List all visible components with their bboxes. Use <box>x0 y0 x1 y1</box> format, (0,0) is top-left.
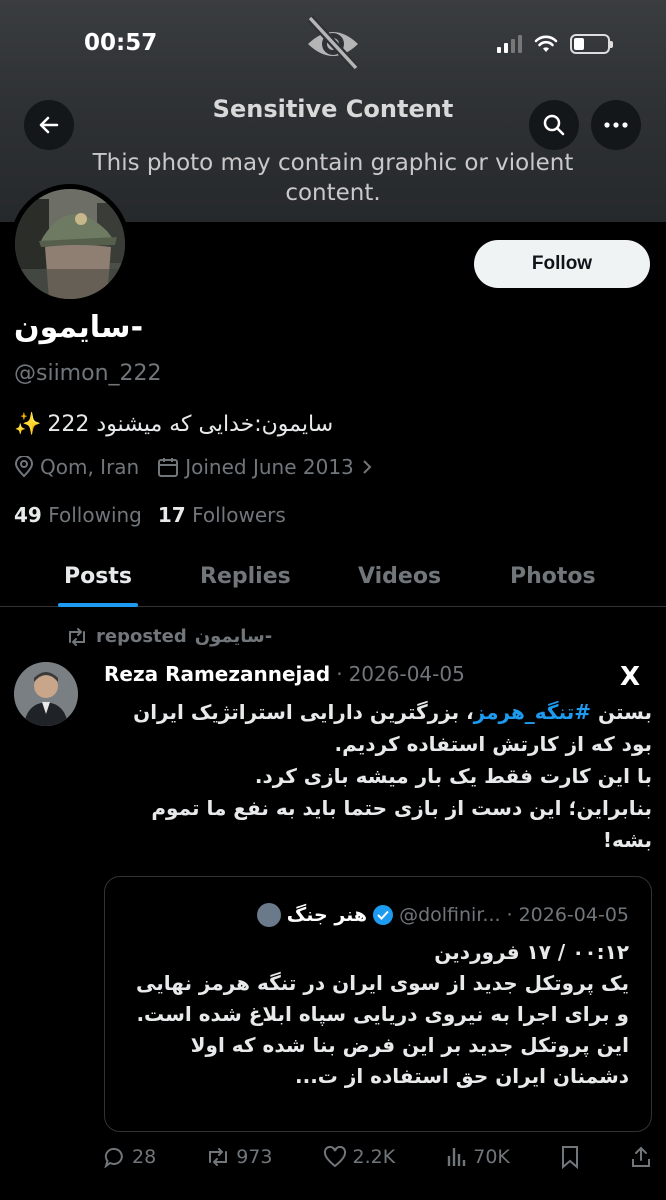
avatar-photo <box>15 189 125 299</box>
status-time: 00:57 <box>84 30 158 56</box>
share-button[interactable] <box>630 1145 652 1169</box>
tab-active-indicator <box>58 603 138 607</box>
tab-posts[interactable]: Posts <box>58 545 138 607</box>
chevron-right-icon[interactable] <box>360 458 374 476</box>
followers-link[interactable]: 17 Followers <box>158 503 286 527</box>
views-chart-icon <box>448 1148 466 1166</box>
wifi-icon <box>534 35 558 52</box>
more-options-button[interactable] <box>591 100 641 150</box>
bookmark-button[interactable] <box>560 1145 580 1169</box>
profile-location: Qom, Iran <box>40 455 140 479</box>
follow-button[interactable]: Follow <box>474 240 650 288</box>
post-body: بستن #تنگه_هرمز، بزرگترین دارایی استراتژ… <box>133 700 652 852</box>
quote-header: هنر جنگ @dolfinir... · 2026-04-05 <box>256 903 629 927</box>
eye-slash-icon <box>307 15 359 71</box>
repost-button[interactable]: 973 <box>206 1146 272 1168</box>
post-actions: 28 973 2.2K 70K <box>104 1145 652 1169</box>
profile-display-name: سایمون- <box>14 310 144 345</box>
back-button[interactable] <box>24 100 74 150</box>
reply-icon <box>104 1147 123 1168</box>
profile-bio: ✨ سایمون:خدایی که میشنود 222 <box>14 412 434 437</box>
search-icon <box>543 114 565 136</box>
post-author-avatar[interactable] <box>14 662 78 726</box>
quote-author-avatar <box>256 903 281 927</box>
quote-date: 2026-04-05 <box>518 904 629 926</box>
repost-icon <box>69 627 85 646</box>
quote-author-name: هنر جنگ <box>286 904 368 926</box>
quote-author-handle: @dolfinir... <box>399 904 501 926</box>
post-author-name[interactable]: Reza Ramezannejad <box>104 662 330 686</box>
tab-replies[interactable]: Replies <box>200 545 291 607</box>
views-button[interactable]: 70K <box>445 1146 510 1168</box>
share-icon <box>631 1146 650 1167</box>
sparkles-emoji: ✨ <box>14 412 42 437</box>
more-dots-icon <box>604 122 628 128</box>
following-link[interactable]: 49 Following <box>14 503 142 527</box>
sensitive-content-subtitle: This photo may contain graphic or violen… <box>92 150 574 206</box>
heart-icon <box>323 1146 346 1168</box>
signal-icon <box>497 35 522 53</box>
bio-text: سایمون:خدایی که میشنود 222 <box>47 412 334 437</box>
profile-handle: @siimon_222 <box>14 361 162 386</box>
bookmark-icon <box>561 1146 578 1169</box>
post-date[interactable]: 2026-04-05 <box>349 662 465 686</box>
profile-avatar[interactable] <box>10 184 130 304</box>
x-logo-icon: X <box>620 662 641 692</box>
post-header: Reza Ramezannejad · 2026-04-05 <box>104 662 465 686</box>
calendar-icon <box>158 458 179 477</box>
quoted-post[interactable]: هنر جنگ @dolfinir... · 2026-04-05 ۰۰:۱۲ … <box>104 876 652 1132</box>
quote-body: ۰۰:۱۲ / ۱۷ فروردین یک پروتکل جدید از سوی… <box>135 940 629 1088</box>
status-icons <box>497 34 613 54</box>
search-button[interactable] <box>529 100 579 150</box>
battery-icon <box>570 34 613 54</box>
repost-indicator: reposted سایمون- <box>66 626 272 647</box>
location-pin-icon <box>14 456 34 478</box>
profile-tabs: Posts Replies Videos Photos <box>0 545 666 607</box>
arrow-left-icon <box>39 116 59 134</box>
profile-meta: Qom, Iran Joined June 2013 <box>14 455 374 479</box>
like-button[interactable]: 2.2K <box>323 1146 395 1168</box>
tab-photos[interactable]: Photos <box>510 545 596 607</box>
verified-badge-icon <box>373 905 394 925</box>
profile-joined: Joined June 2013 <box>185 455 354 479</box>
tab-videos[interactable]: Videos <box>358 545 441 607</box>
follow-stats: 49 Following 17 Followers <box>14 503 286 527</box>
hashtag-link[interactable]: #تنگه_هرمز <box>474 700 591 724</box>
reply-button[interactable]: 28 <box>104 1146 156 1168</box>
repost-icon <box>209 1148 228 1166</box>
